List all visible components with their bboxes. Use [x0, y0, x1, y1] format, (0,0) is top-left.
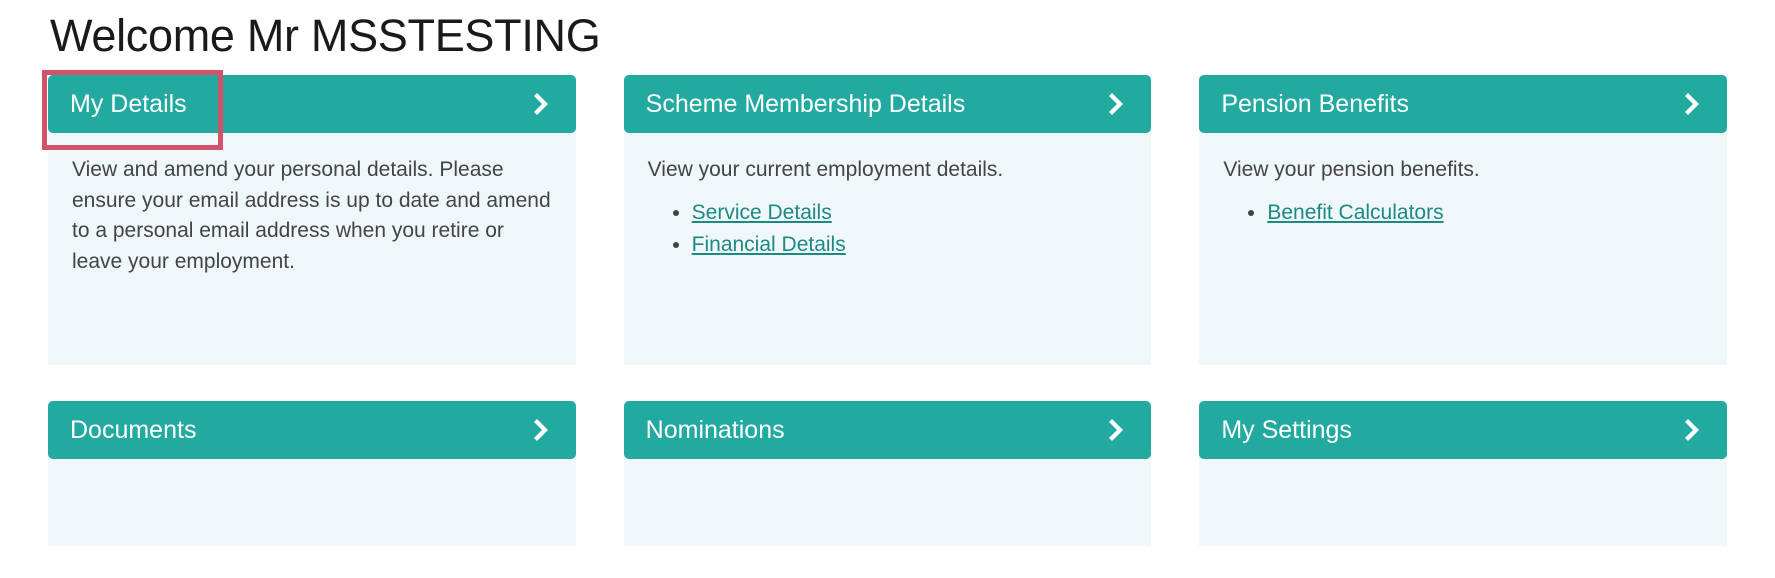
card-header-my-settings[interactable]: My Settings [1199, 401, 1727, 460]
card-body [1199, 459, 1727, 546]
chevron-right-icon [1685, 93, 1699, 116]
card-header-documents[interactable]: Documents [48, 401, 576, 460]
card-header-my-details[interactable]: My Details [48, 75, 576, 134]
card-header-scheme-membership-details[interactable]: Scheme Membership Details [623, 75, 1152, 134]
card-link-list: Service Details Financial Details [648, 198, 1128, 261]
card-link-list: Benefit Calculators [1223, 198, 1703, 228]
card-header-nominations[interactable]: Nominations [623, 401, 1152, 460]
list-item: Benefit Calculators [1267, 198, 1703, 228]
card-scheme-membership-details: Scheme Membership Details View your curr… [623, 75, 1152, 366]
card-header-pension-benefits[interactable]: Pension Benefits [1199, 75, 1727, 134]
card-pension-benefits: Pension Benefits View your pension benef… [1199, 75, 1727, 366]
card-body [624, 459, 1152, 546]
chevron-right-icon [1685, 419, 1699, 442]
link-benefit-calculators[interactable]: Benefit Calculators [1267, 201, 1443, 224]
list-item: Service Details [692, 198, 1128, 228]
card-title: Scheme Membership Details [645, 89, 966, 118]
card-documents: Documents [48, 401, 576, 547]
chevron-right-icon [1109, 419, 1124, 442]
chevron-right-icon [533, 419, 548, 442]
list-item: Financial Details [692, 230, 1128, 260]
card-my-details: My Details View and amend your personal … [48, 75, 576, 366]
card-grid: My Details View and amend your personal … [48, 75, 1727, 547]
card-title: Pension Benefits [1221, 89, 1409, 118]
card-body: View your current employment details. Se… [624, 133, 1152, 365]
card-description: View and amend your personal details. Pl… [72, 158, 551, 273]
chevron-right-icon [533, 93, 548, 116]
card-body [48, 459, 576, 546]
card-description: View your current employment details. [647, 158, 1004, 182]
card-title: Nominations [645, 415, 785, 444]
card-title: Documents [70, 415, 197, 444]
card-title: My Details [70, 89, 187, 118]
card-nominations: Nominations [623, 401, 1152, 547]
card-my-settings: My Settings [1199, 401, 1727, 547]
card-description: View your pension benefits. [1223, 158, 1480, 182]
link-service-details[interactable]: Service Details [692, 201, 832, 224]
dashboard-page: Welcome Mr MSSTESTING My Details View an… [0, 0, 1775, 578]
card-title: My Settings [1221, 415, 1352, 444]
chevron-right-icon [1109, 93, 1124, 116]
page-title: Welcome Mr MSSTESTING [50, 10, 601, 61]
card-body: View your pension benefits. Benefit Calc… [1199, 133, 1727, 365]
link-financial-details[interactable]: Financial Details [692, 233, 846, 256]
card-body: View and amend your personal details. Pl… [48, 133, 576, 365]
